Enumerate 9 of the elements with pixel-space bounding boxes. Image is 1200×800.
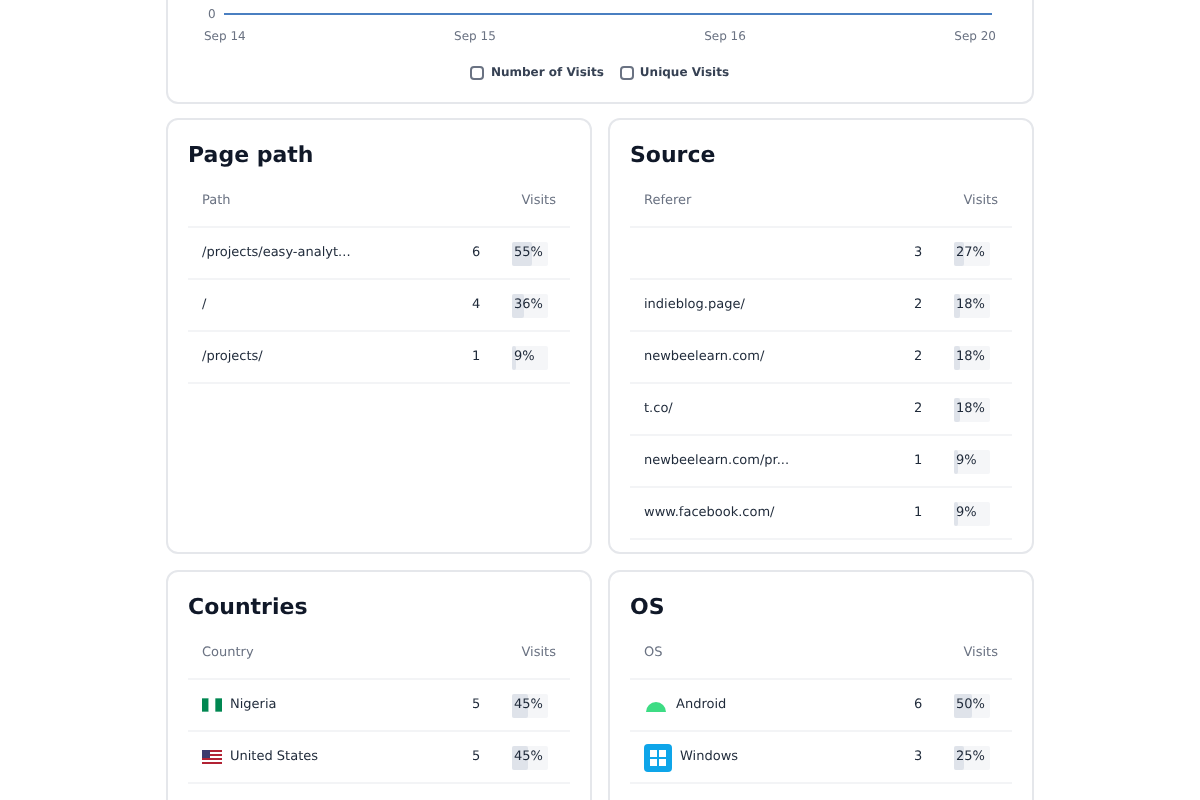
- flag-icon: [202, 750, 222, 764]
- panel-title: OS: [630, 592, 667, 624]
- legend-checkbox[interactable]: [619, 66, 634, 80]
- flag-icon: [202, 698, 222, 712]
- panel-title: Source: [630, 140, 718, 172]
- legend-checkbox[interactable]: [470, 66, 485, 80]
- panel-title: Countries: [188, 592, 310, 624]
- panel-title: Page path: [188, 140, 316, 172]
- windows-icon: [644, 743, 672, 771]
